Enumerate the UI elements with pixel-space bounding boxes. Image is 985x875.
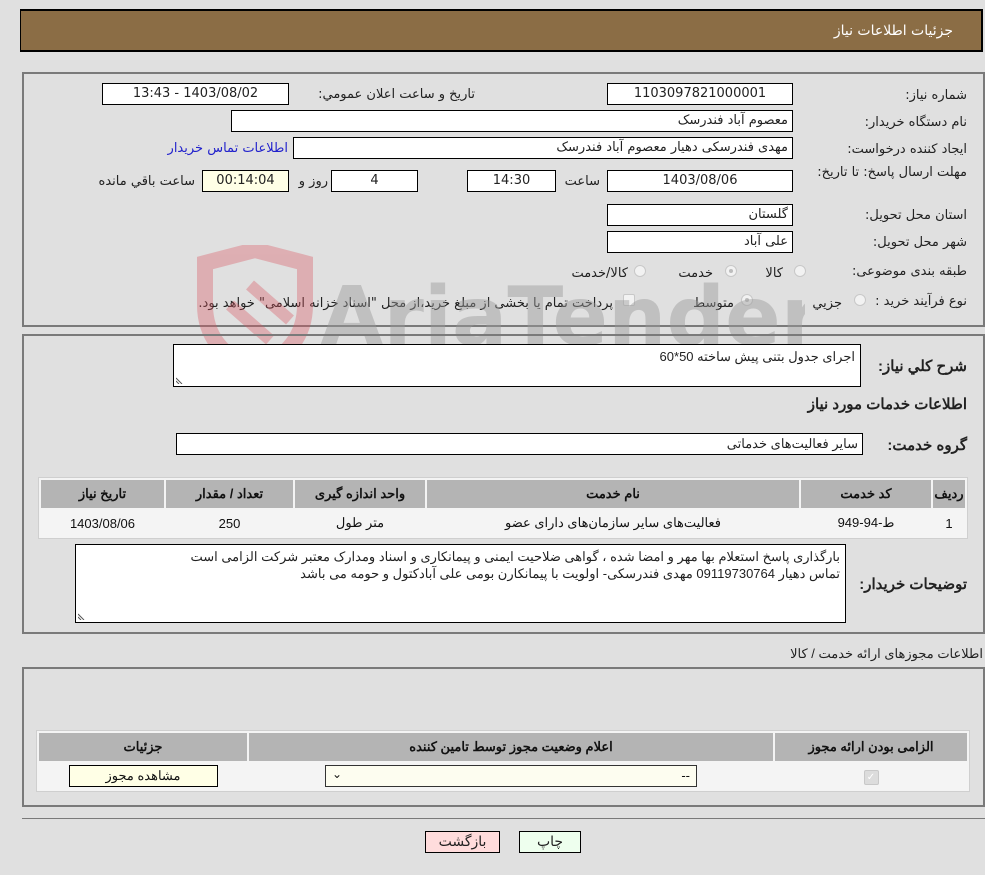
print-button[interactable]: چاپ [519,831,581,853]
city-field: علی آباد [607,231,793,253]
process-radio-minor[interactable] [854,294,866,306]
service-group-label: گروه خدمت: [887,437,967,454]
services-table: ردیف کد خدمت نام خدمت واحد اندازه گیری ت… [38,477,968,539]
view-permit-button[interactable]: مشاهده مجوز [68,765,218,787]
col-permit-details: جزئیات [39,733,247,761]
creator-field: مهدی فندرسکی دهیار معصوم آباد فندرسک [293,137,793,159]
province-field: گلستان [607,204,793,226]
col-service-code: کد خدمت [801,480,931,508]
description-text: اجرای جدول بتنی پیش ساخته 50*60 [659,349,855,364]
process-label: نوع فرآیند خرید : [875,294,967,309]
category-goods-service-label: کالا/خدمت [571,266,628,281]
remaining-time-field: 00:14:04 [202,170,289,192]
deadline-time-label: ساعت [564,174,600,189]
col-quantity: تعداد / مقدار [166,480,293,508]
services-table-header: ردیف کد خدمت نام خدمت واحد اندازه گیری ت… [41,480,965,508]
deadline-time-field: 14:30 [467,170,556,192]
table-row: ✓ -- ⌄ مشاهده مجوز [39,763,967,789]
table-row: 1 ط-94-949 فعالیت‌های سایر سازمان‌های دا… [41,510,965,536]
remaining-label: ساعت باقي مانده [98,174,195,189]
treasury-note: پرداخت تمام یا بخشی از مبلغ خرید،از محل … [198,296,613,311]
need-number-label: شماره نیاز: [905,88,967,103]
cell-service-code: ط-94-949 [801,510,931,536]
process-radio-medium[interactable] [741,294,753,306]
category-service-label: خدمت [678,266,713,281]
permit-status-select[interactable]: -- ⌄ [325,765,697,787]
description-label: شرح کلي نیاز: [878,358,967,375]
col-row-number: ردیف [933,480,965,508]
category-radio-service[interactable] [725,265,737,277]
buyer-org-field: معصوم آباد فندرسک [231,110,793,132]
back-button[interactable]: بازگشت [425,831,500,853]
days-field: 4 [331,170,418,192]
services-heading: اطلاعات خدمات مورد نیاز [807,396,967,413]
category-radio-goods-service[interactable] [634,265,646,277]
permits-title: اطلاعات مجوزهای ارائه خدمت / کالا [790,646,983,661]
days-label: روز و [298,174,328,189]
need-number-field: 1103097821000001 [607,83,793,105]
buyer-notes-line-1: بارگذاری پاسخ استعلام بها مهر و امضا شده… [190,549,840,564]
page-title: جزئیات اطلاعات نیاز [833,23,953,39]
permit-status-value: -- [681,768,690,783]
col-permit-status: اعلام وضعیت مجوز توسط تامین کننده [249,733,773,761]
buyer-contact-link[interactable]: اطلاعات تماس خریدار [168,141,288,156]
col-service-name: نام خدمت [427,480,799,508]
chevron-down-icon: ⌄ [332,767,343,781]
announce-field: 1403/08/02 - 13:43 [102,83,289,105]
city-label: شهر محل تحویل: [872,235,967,250]
permit-required-checkbox: ✓ [863,769,879,785]
cell-permit-details: مشاهده مجوز [39,763,247,789]
cell-need-date: 1403/08/06 [41,510,164,536]
buyer-notes-textarea[interactable]: بارگذاری پاسخ استعلام بها مهر و امضا شده… [75,544,846,623]
permits-table-header: الزامی بودن ارائه مجوز اعلام وضعیت مجوز … [39,733,967,761]
cell-quantity: 250 [166,510,293,536]
creator-label: ایجاد کننده درخواست: [847,142,967,157]
deadline-date-field: 1403/08/06 [607,170,793,192]
buyer-notes-line-2: تماس دهیار 09119730764 مهدی فندرسکی- اول… [300,566,840,581]
cell-row-number: 1 [933,510,965,536]
buyer-org-label: نام دستگاه خریدار: [864,115,967,130]
category-label: طبقه بندی موضوعی: [851,264,967,279]
resize-grip-icon[interactable] [176,376,184,384]
treasury-checkbox[interactable] [623,294,635,306]
permits-table: الزامی بودن ارائه مجوز اعلام وضعیت مجوز … [36,730,970,792]
category-goods-label: کالا [765,266,783,281]
announce-label: تاریخ و ساعت اعلان عمومي: [318,87,475,102]
description-textarea[interactable]: اجرای جدول بتنی پیش ساخته 50*60 [173,344,861,387]
category-radio-goods[interactable] [794,265,806,277]
cell-permit-status: -- ⌄ [249,763,773,789]
cell-unit: متر طول [295,510,425,536]
bottom-divider [22,818,985,819]
cell-service-name: فعالیت‌های سایر سازمان‌های دارای عضو [427,510,799,536]
cell-permit-required: ✓ [775,763,967,789]
page-header: جزئیات اطلاعات نیاز [20,9,983,52]
process-minor-label: جزيي [812,296,842,311]
buyer-notes-label: توضیحات خریدار: [859,576,967,593]
deadline-label: مهلت ارسال پاسخ: تا تاریخ: [817,165,967,180]
col-need-date: تاریخ نیاز [41,480,164,508]
province-label: استان محل تحویل: [865,208,967,223]
process-medium-label: متوسط [693,296,734,311]
resize-grip-icon[interactable] [78,612,86,620]
col-unit: واحد اندازه گیری [295,480,425,508]
col-permit-required: الزامی بودن ارائه مجوز [775,733,967,761]
service-group-field: سایر فعالیت‌های خدماتی [176,433,863,455]
